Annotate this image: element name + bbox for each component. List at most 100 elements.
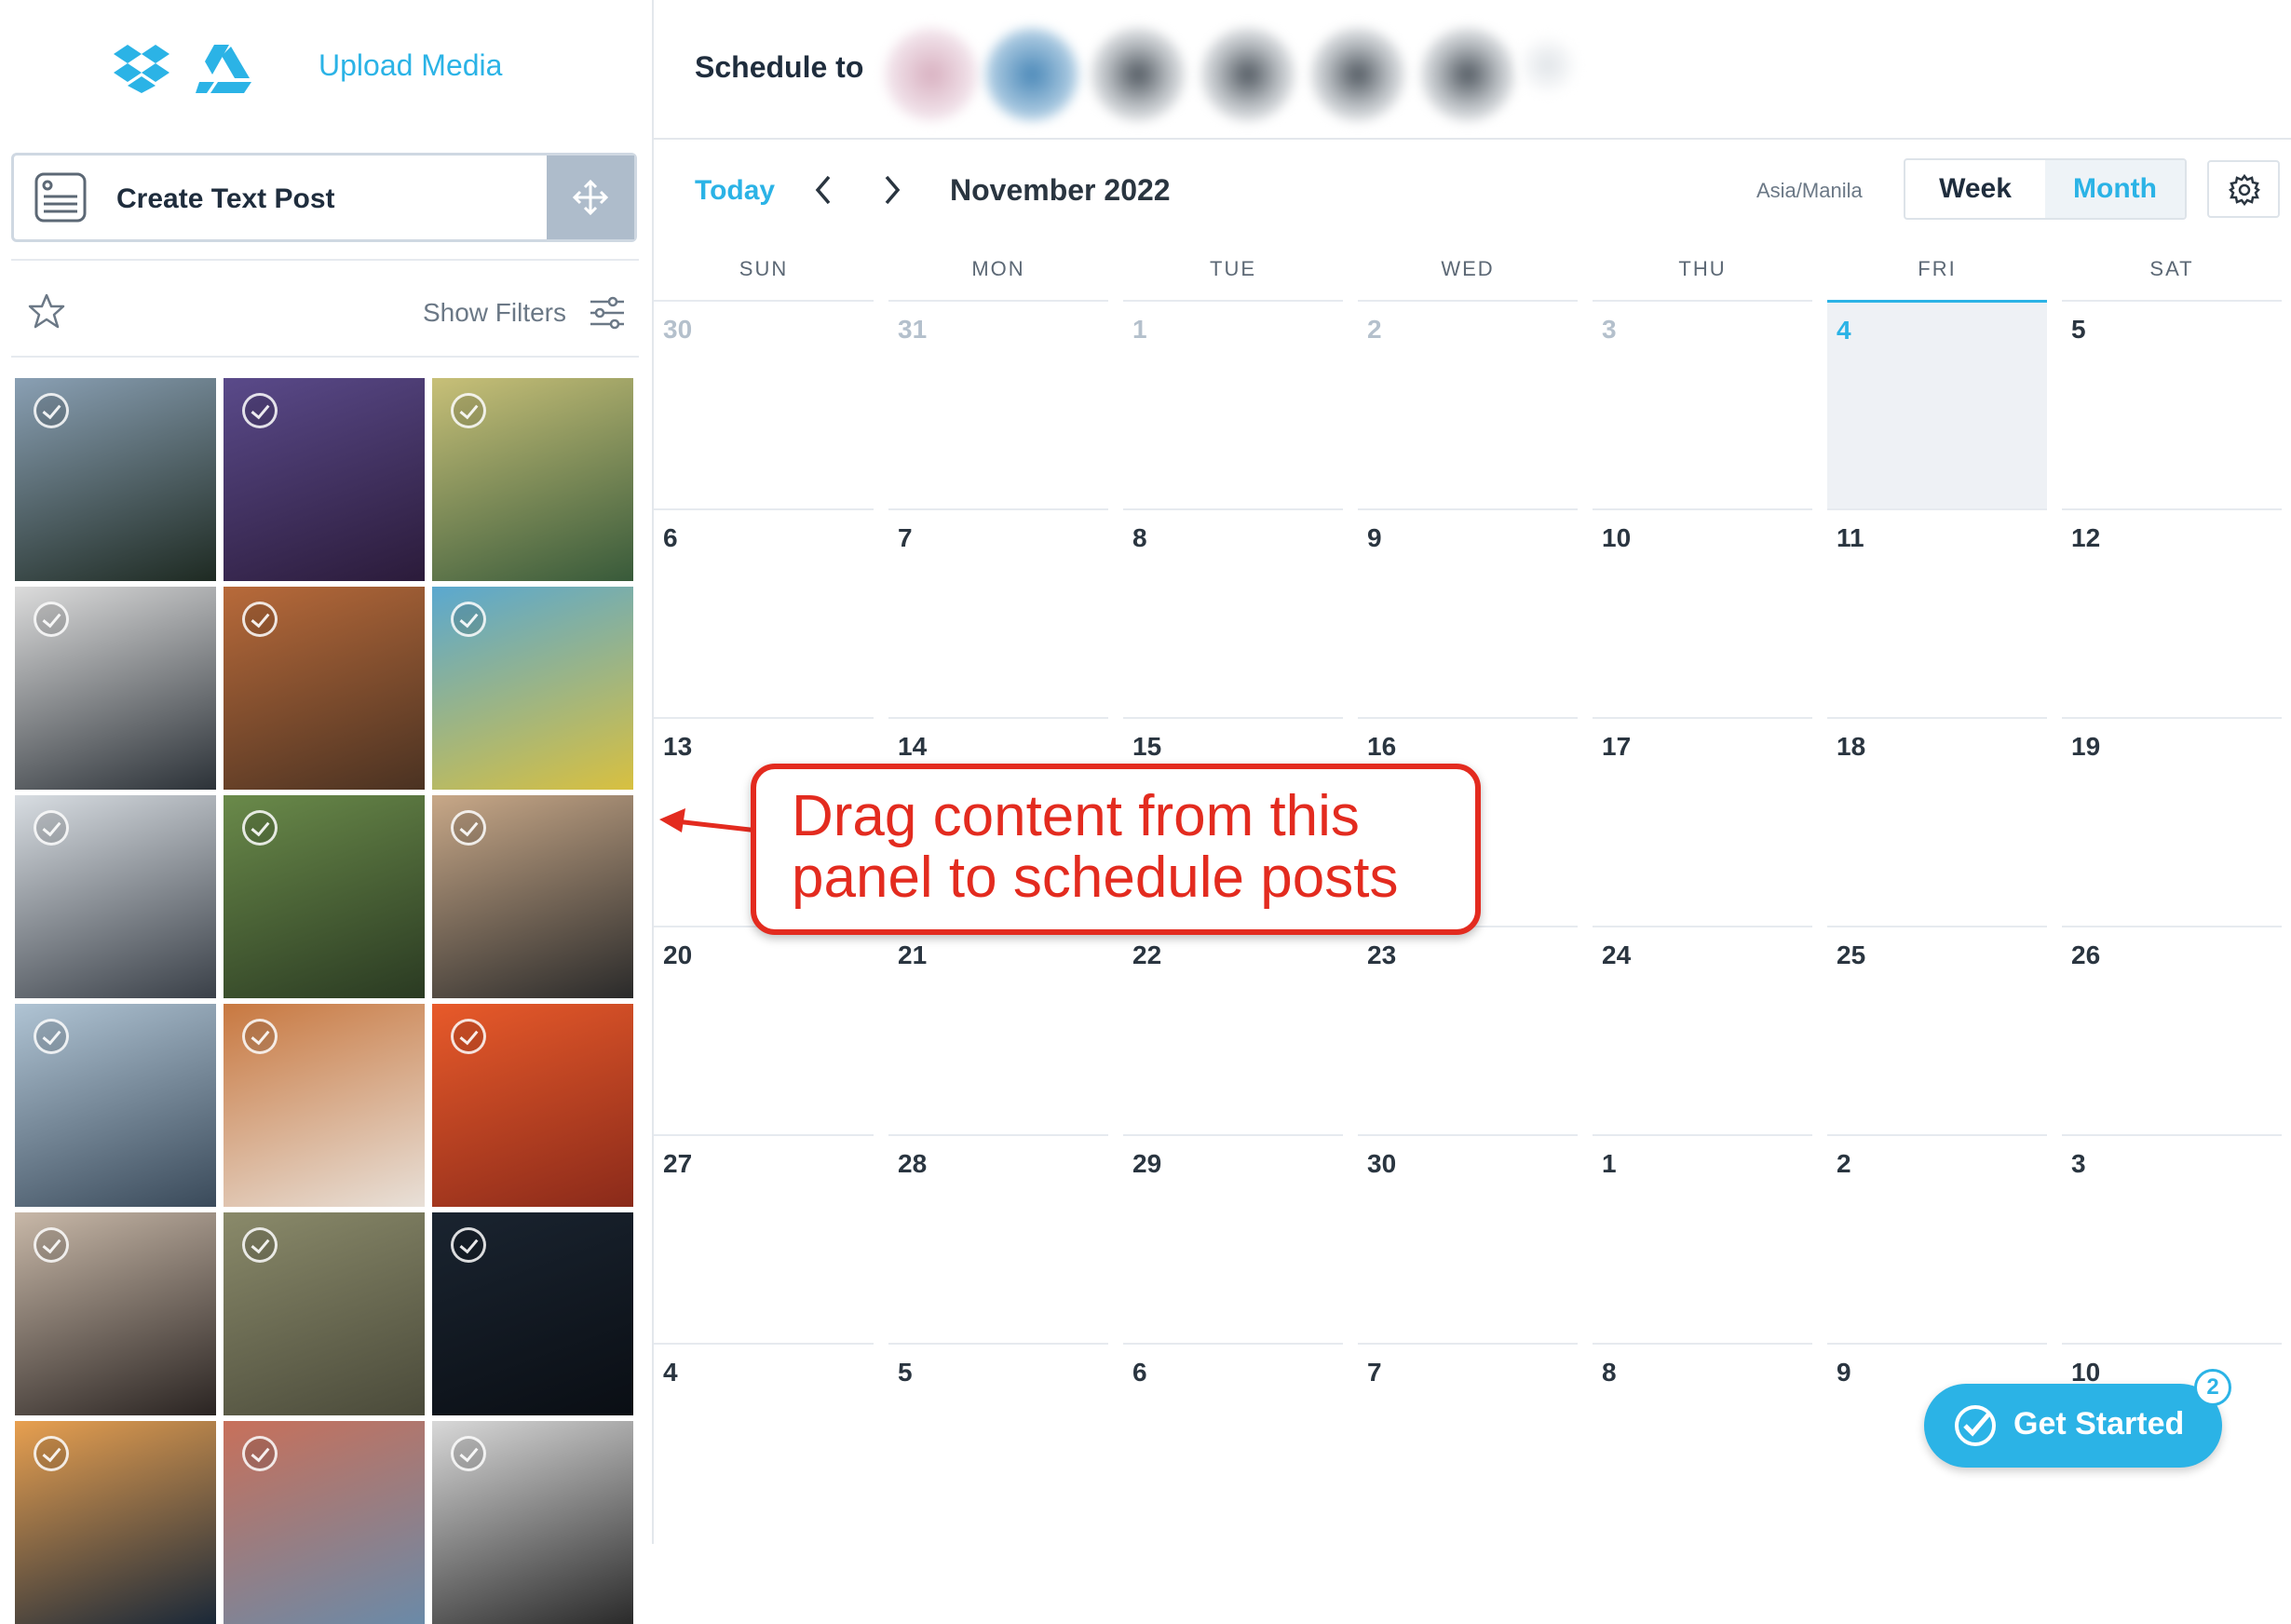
select-checkbox[interactable]	[242, 1436, 278, 1471]
account-avatar[interactable]	[1421, 28, 1514, 121]
select-checkbox[interactable]	[34, 602, 69, 637]
woman-forest-photo[interactable]	[224, 795, 425, 998]
man-in-hat-photo[interactable]	[224, 378, 425, 581]
select-checkbox[interactable]	[242, 602, 278, 637]
calendar-day-cell[interactable]: 6	[654, 508, 874, 717]
select-checkbox[interactable]	[34, 1227, 69, 1263]
select-checkbox[interactable]	[242, 810, 278, 846]
show-filters-button[interactable]: Show Filters	[423, 298, 566, 328]
google-drive-icon[interactable]	[196, 45, 251, 93]
calendar-day-cell[interactable]: 20	[654, 926, 874, 1134]
create-text-post-item[interactable]: Create Text Post	[11, 153, 637, 242]
select-checkbox[interactable]	[242, 1019, 278, 1054]
calendar-day-cell[interactable]: 8	[1593, 1343, 1812, 1551]
gear-icon	[2229, 173, 2260, 207]
calendar-day-cell[interactable]: 30	[1358, 1134, 1578, 1343]
dropbox-icon[interactable]	[114, 45, 169, 93]
calendar-day-cell[interactable]: 11	[1827, 508, 2047, 717]
select-checkbox[interactable]	[451, 602, 486, 637]
account-avatar[interactable]	[1091, 28, 1185, 121]
select-checkbox[interactable]	[451, 1436, 486, 1471]
chevron-right-icon[interactable]	[875, 171, 907, 209]
account-avatar[interactable]	[985, 28, 1078, 121]
calendar-day-cell[interactable]: 25	[1827, 926, 2047, 1134]
calendar-day-cell[interactable]: 21	[888, 926, 1108, 1134]
calendar-day-cell[interactable]: 24	[1593, 926, 1812, 1134]
calendar-day-cell[interactable]: 27	[654, 1134, 874, 1343]
star-icon[interactable]	[28, 292, 65, 330]
day-number: 5	[898, 1358, 913, 1387]
night-sky-photo[interactable]	[432, 1212, 633, 1415]
select-checkbox[interactable]	[451, 1019, 486, 1054]
canyon-photo[interactable]	[224, 587, 425, 790]
calendar-day-cell[interactable]: 12	[2062, 508, 2282, 717]
calendar-day-cell[interactable]: 30	[654, 300, 874, 508]
coffee-cups-photo[interactable]	[224, 1004, 425, 1207]
woman-laptop-photo[interactable]	[432, 795, 633, 998]
select-checkbox[interactable]	[34, 810, 69, 846]
calendar-day-cell[interactable]: 3	[1593, 300, 1812, 508]
account-avatar[interactable]	[885, 28, 978, 121]
calendar-day-cell[interactable]: 6	[1123, 1343, 1343, 1551]
day-number: 2	[1837, 1149, 1851, 1178]
calendar-day-cell[interactable]: 2	[1827, 1134, 2047, 1343]
account-avatar[interactable]	[1201, 28, 1295, 121]
calendar-day-cell[interactable]: 2	[1358, 300, 1578, 508]
calendar-day-cell[interactable]: 5	[888, 1343, 1108, 1551]
calendar-day-cell[interactable]: 23	[1358, 926, 1578, 1134]
calendar-day-cell[interactable]: 17	[1593, 717, 1812, 926]
day-number: 18	[1837, 732, 1866, 761]
calendar-day-cell[interactable]: 7	[1358, 1343, 1578, 1551]
account-avatar[interactable]	[1520, 37, 1576, 93]
mountain-lake-photo[interactable]	[15, 378, 216, 581]
filter-sliders-icon[interactable]	[589, 294, 626, 332]
sunset-silhouette-photo[interactable]	[15, 1421, 216, 1624]
windsurf-photo[interactable]	[432, 378, 633, 581]
week-view-button[interactable]: Week	[1905, 160, 2047, 218]
orange-abstract-photo[interactable]	[432, 1004, 633, 1207]
calendar-day-cell[interactable]: 8	[1123, 508, 1343, 717]
calendar-day-cell[interactable]: 28	[888, 1134, 1108, 1343]
laptop-photo[interactable]	[15, 587, 216, 790]
select-checkbox[interactable]	[242, 1227, 278, 1263]
cars-garage-photo[interactable]	[15, 795, 216, 998]
day-number: 4	[1837, 316, 1851, 345]
timezone-label[interactable]: Asia/Manila	[1756, 179, 1863, 203]
woman-portrait-photo[interactable]	[15, 1212, 216, 1415]
account-avatar[interactable]	[1311, 28, 1404, 121]
calendar-day-cell[interactable]: 10	[1593, 508, 1812, 717]
select-checkbox[interactable]	[34, 1436, 69, 1471]
select-checkbox[interactable]	[242, 393, 278, 428]
select-checkbox[interactable]	[451, 810, 486, 846]
people-outdoors-photo[interactable]	[224, 1212, 425, 1415]
calendar-day-cell[interactable]: 5	[2062, 300, 2282, 508]
select-checkbox[interactable]	[34, 393, 69, 428]
calendar-day-cell[interactable]: 1	[1593, 1134, 1812, 1343]
get-started-button[interactable]: Get Started	[1924, 1384, 2222, 1468]
calendar-day-cell[interactable]: 9	[1358, 508, 1578, 717]
today-button[interactable]: Today	[695, 175, 775, 207]
drag-handle[interactable]	[547, 156, 634, 239]
calendar-day-cell[interactable]: 3	[2062, 1134, 2282, 1343]
calendar-day-cell[interactable]: 29	[1123, 1134, 1343, 1343]
calendar-day-cell[interactable]: 26	[2062, 926, 2282, 1134]
calendar-day-cell[interactable]: 19	[2062, 717, 2282, 926]
month-view-button[interactable]: Month	[2045, 160, 2185, 218]
settings-button[interactable]	[2207, 160, 2280, 218]
chevron-left-icon[interactable]	[808, 171, 840, 209]
select-checkbox[interactable]	[34, 1019, 69, 1054]
upload-media-link[interactable]: Upload Media	[319, 48, 502, 83]
calendar-day-cell[interactable]: 7	[888, 508, 1108, 717]
calendar-day-cell[interactable]: 31	[888, 300, 1108, 508]
person-silhouette-photo[interactable]	[432, 1421, 633, 1624]
select-checkbox[interactable]	[451, 393, 486, 428]
building-photo[interactable]	[224, 1421, 425, 1624]
snowy-mountains-photo[interactable]	[15, 1004, 216, 1207]
gas-truck-photo[interactable]	[432, 587, 633, 790]
calendar-day-cell[interactable]: 4	[654, 1343, 874, 1551]
calendar-day-cell[interactable]: 18	[1827, 717, 2047, 926]
calendar-day-cell[interactable]: 22	[1123, 926, 1343, 1134]
select-checkbox[interactable]	[451, 1227, 486, 1263]
calendar-day-cell-today[interactable]: 4	[1827, 300, 2047, 508]
calendar-day-cell[interactable]: 1	[1123, 300, 1343, 508]
